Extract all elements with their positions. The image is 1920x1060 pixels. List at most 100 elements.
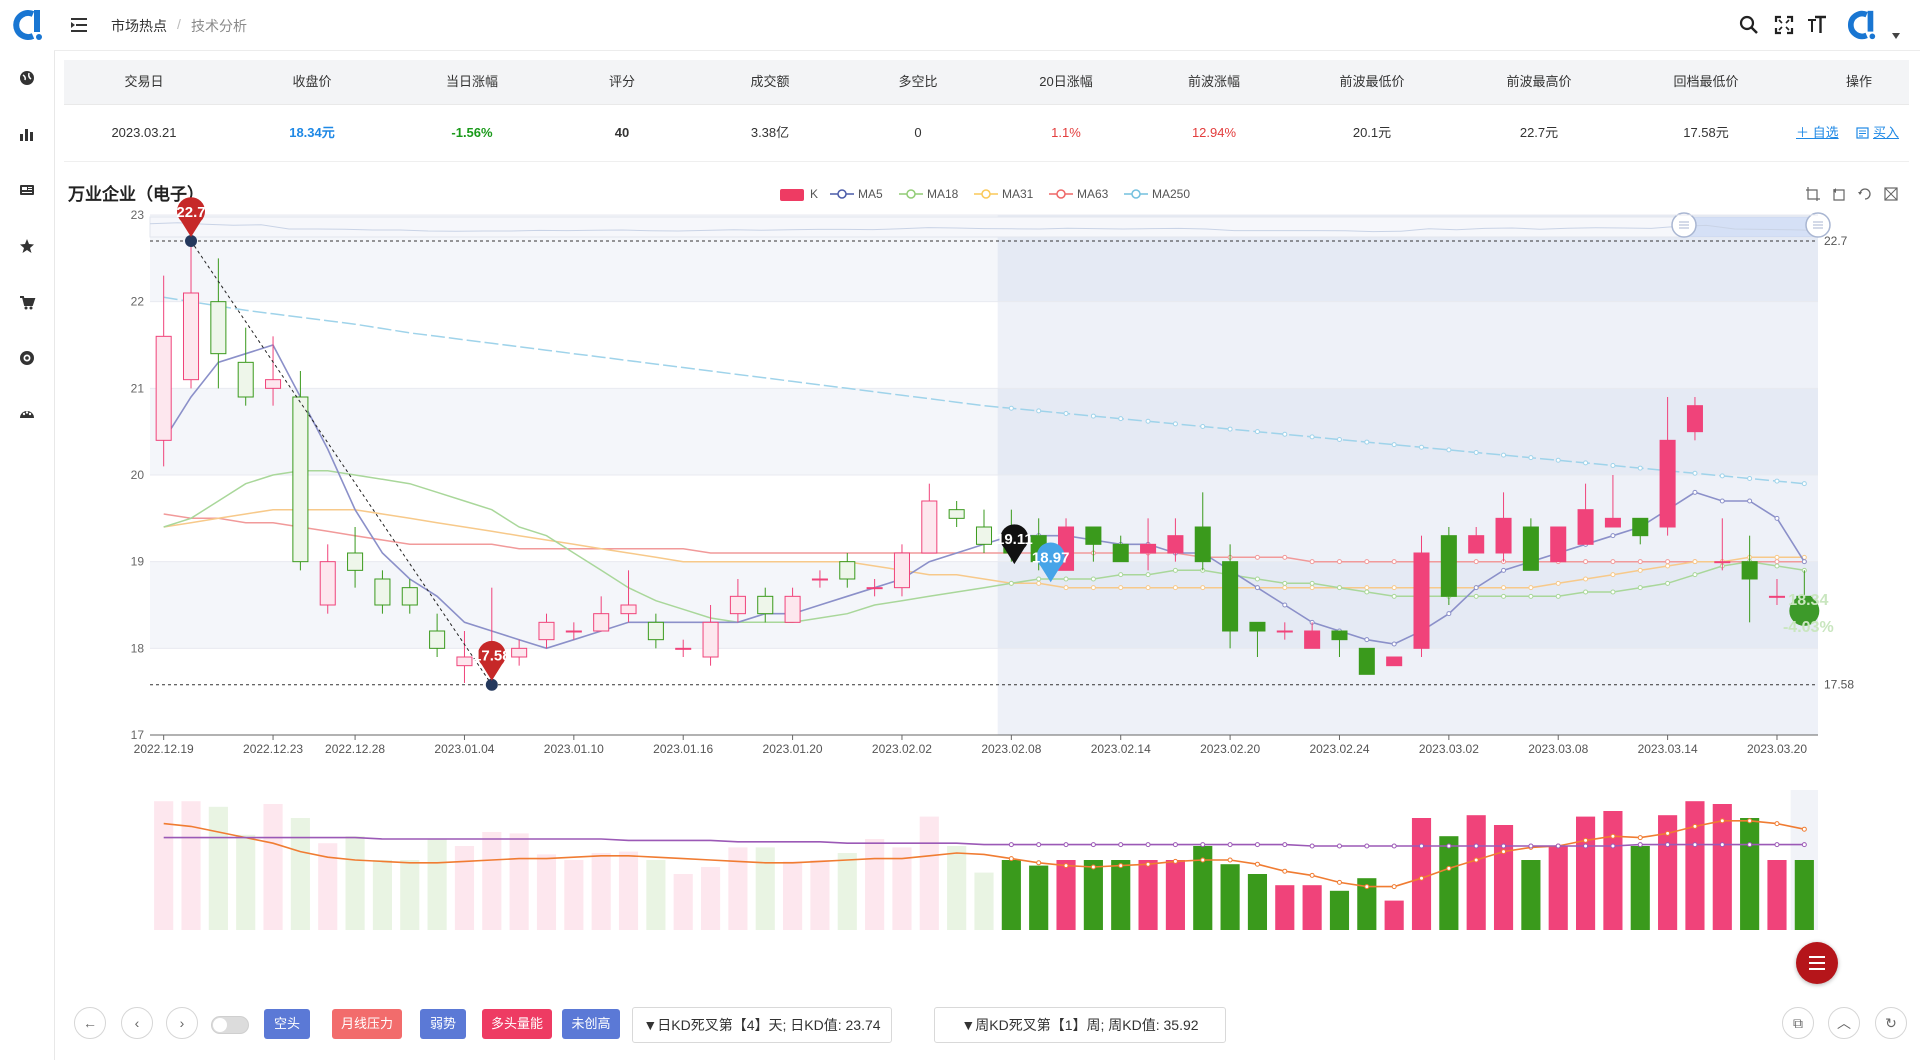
volume-bar [1220, 864, 1240, 930]
ma18-line-point [1282, 580, 1288, 586]
volume-ma-orange-line-point [1090, 864, 1096, 870]
refresh-button[interactable]: ↻ [1875, 1007, 1907, 1039]
ma31-line-point [1391, 585, 1397, 591]
candle-body [511, 647, 528, 658]
ma31-line-point [1118, 585, 1124, 591]
volume-ma-purple-line-point [1227, 842, 1233, 848]
volume-ma-orange-line-point [1282, 868, 1288, 874]
volume-ma-purple-line-point [1118, 842, 1124, 848]
volume-bar [236, 834, 256, 930]
x-tick-label: 2023.02.02 [872, 742, 932, 756]
volume-bar [1247, 874, 1268, 930]
volume-ma-purple-line-point [1774, 842, 1780, 848]
volume-ma-purple-line-point [1008, 842, 1014, 848]
tag-weak[interactable]: 弱势 [420, 1009, 466, 1039]
y-tick-label: 19 [131, 555, 145, 569]
prev-button[interactable]: ‹ [121, 1007, 153, 1039]
candle-body [1522, 526, 1539, 571]
x-tick-label: 2023.01.04 [434, 742, 494, 756]
toggle-switch[interactable] [211, 1016, 249, 1034]
candle-body [237, 361, 254, 398]
ma31-line-point [1309, 585, 1315, 591]
volume-ma-orange-line-point [1172, 858, 1178, 864]
volume-ma-orange-line-point [1473, 857, 1479, 863]
volume-ma-orange-line-point [1254, 861, 1260, 867]
volume-ma-orange-line-point [1774, 821, 1780, 827]
candle-body [1358, 647, 1375, 675]
tag-no-new-high[interactable]: 未创高 [562, 1009, 620, 1039]
volume-ma-orange-line-point [1610, 833, 1616, 839]
datazoom-slider[interactable] [149, 212, 1831, 238]
kline-chart[interactable]: 23 22 21 20 19 18 172022.12.19 2022.12.23 2022.1… [0, 0, 1920, 1000]
blue-marker-label: 18.97 [1032, 549, 1070, 566]
volume-bar [208, 806, 228, 930]
volume-bar [591, 853, 611, 930]
ma18-line-point [1610, 589, 1616, 595]
volume-ma-orange-line-point [1145, 861, 1151, 867]
x-tick-label: 2023.02.08 [981, 742, 1041, 756]
candle-body [1550, 526, 1567, 563]
candle-body [1714, 561, 1731, 564]
tag-bull-volume[interactable]: 多头量能 [482, 1009, 552, 1039]
candle-body [429, 630, 446, 649]
ma250-line-point [1200, 423, 1206, 429]
reference-line-label: 17.58 [1824, 678, 1854, 692]
last-price-label: 18.34 [1788, 592, 1828, 609]
x-tick-label: 2023.03.08 [1528, 742, 1588, 756]
volume-ma-orange-line-point [1419, 875, 1425, 881]
volume-bar [1384, 900, 1404, 930]
ma5-line-point [1364, 637, 1370, 643]
ma250-line-point [1282, 431, 1288, 437]
scroll-top-button[interactable]: ︿ [1828, 1007, 1860, 1039]
ma250-line-point [1227, 426, 1233, 432]
ma250-line-point [1364, 439, 1370, 445]
chart-menu-button[interactable] [1796, 942, 1838, 984]
volume-bar [1439, 836, 1459, 930]
volume-bar [1001, 860, 1021, 930]
candle-body [1413, 552, 1430, 649]
mid-marker-label: 19.11 [996, 531, 1033, 548]
ma18-line-point [1501, 593, 1507, 599]
tag-monthly-pressure[interactable]: 月线压力 [332, 1009, 402, 1039]
volume-ma-orange-line-point [1227, 857, 1233, 863]
copy-button[interactable]: ⧉ [1782, 1007, 1814, 1039]
volume-ma-purple-line-point [1665, 842, 1671, 848]
next-button[interactable]: › [166, 1007, 198, 1039]
toggle-knob [213, 1018, 227, 1032]
ma63-line-point [1583, 559, 1589, 565]
first-page-button[interactable]: ← [74, 1007, 106, 1039]
ma31-line-point [1364, 585, 1370, 591]
volume-ma-purple-line-point [1719, 842, 1725, 848]
x-tick-label: 2023.03.20 [1747, 742, 1807, 756]
volume-ma-orange-line-point [1391, 884, 1397, 890]
candle-body [921, 500, 938, 554]
ma31-line-point [1090, 585, 1096, 591]
candle-body [1468, 535, 1485, 554]
ma63-line-point [1309, 559, 1315, 565]
candle-body [702, 621, 719, 658]
volume-bar [1275, 885, 1295, 930]
volume-ma-purple-line-point [1747, 842, 1753, 848]
volume-bar [673, 874, 693, 930]
candle-body [538, 621, 555, 641]
tag-bear[interactable]: 空头 [264, 1009, 310, 1039]
y-tick-label: 22 [131, 295, 145, 309]
ma31-line-point [1583, 576, 1589, 582]
candle-body [1632, 517, 1649, 537]
volume-ma-purple-line-point [1145, 842, 1151, 848]
ma250-line-point [1419, 444, 1425, 450]
volume-bar [728, 847, 748, 930]
candle-body [347, 552, 364, 571]
volume-ma-purple-line-point [1036, 842, 1042, 848]
candle-body [1741, 561, 1758, 580]
ma5-line-point [1254, 585, 1260, 591]
ma250-line-point [1610, 462, 1616, 468]
volume-bar [755, 847, 775, 930]
volume-bar [700, 867, 721, 930]
volume-bar [263, 804, 283, 930]
volume-ma-purple-line-point [1637, 842, 1643, 848]
ma5-line-point [1391, 641, 1397, 647]
ma18-line-point [1036, 576, 1042, 582]
volume-ma-orange-line-point [1665, 830, 1671, 836]
weekly-kd-status: ▼周KD死叉第【1】周; 周KD值: 35.92 [934, 1007, 1226, 1043]
